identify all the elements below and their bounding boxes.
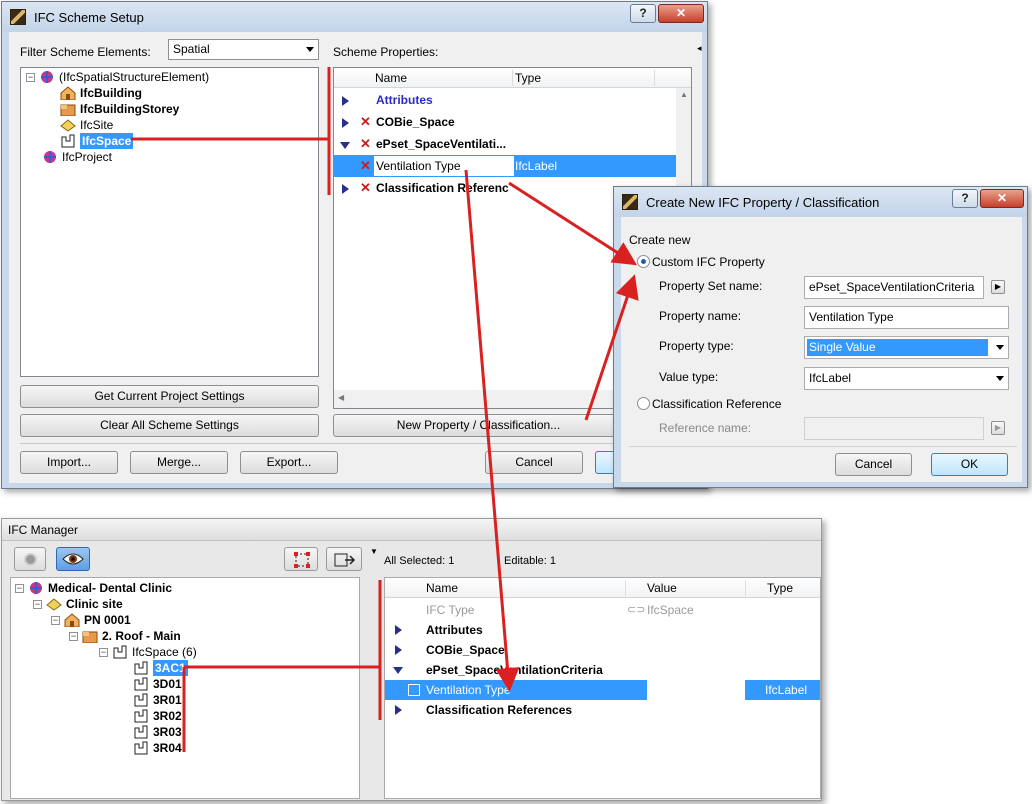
arrow-ventilation-to-manager [464, 169, 520, 692]
manager-bracket [182, 580, 382, 752]
annotation-arrows [131, 67, 639, 752]
arrow-new-property [584, 274, 639, 421]
scheme-bracket [131, 67, 331, 195]
arrow-to-custom-property [508, 181, 638, 266]
